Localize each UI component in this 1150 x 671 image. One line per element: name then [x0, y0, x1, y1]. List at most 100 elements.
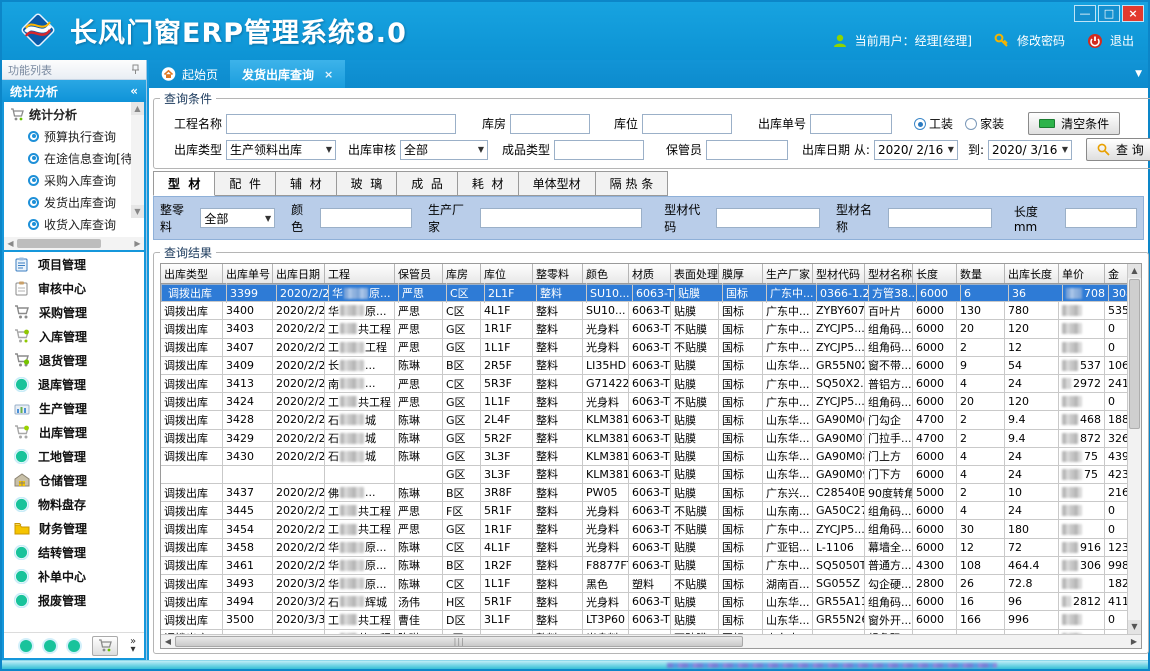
sidebar-item-采购管理[interactable]: 采购管理: [4, 300, 144, 324]
column-header-no[interactable]: 出库单号: [223, 264, 273, 283]
tab-home[interactable]: 起始页: [149, 60, 230, 88]
menu-overflow-button[interactable]: »▾: [130, 638, 136, 654]
sidebar-item-项目管理[interactable]: 项目管理: [4, 252, 144, 276]
tab-shipping-query[interactable]: 发货出库查询 ×: [230, 60, 345, 88]
column-header-loc[interactable]: 库位: [481, 264, 533, 283]
tree-vertical-scrollbar[interactable]: ▲▼: [131, 102, 144, 218]
column-header-maker[interactable]: 生产厂家: [763, 264, 813, 283]
material-tab-耗材[interactable]: 耗 材: [458, 171, 519, 196]
vertical-scrollbar[interactable]: ▲▼: [1127, 264, 1141, 634]
table-row[interactable]: 调拨出库34292020/2/26石城陈琳G区5R2F整料KLM38176063…: [161, 430, 1141, 448]
table-row[interactable]: 调拨出库34582020/2/28华原...陈琳C区4L1F整料光身料6063-…: [161, 539, 1141, 557]
column-header-proj[interactable]: 工程: [325, 264, 395, 283]
location-input[interactable]: [642, 114, 732, 134]
project-name-input[interactable]: [226, 114, 456, 134]
sidebar-item-审核中心[interactable]: 审核中心: [4, 276, 144, 300]
home-outfit-radio[interactable]: [965, 118, 977, 130]
sidebar-item-退库管理[interactable]: 退库管理: [4, 372, 144, 396]
column-header-qty[interactable]: 数量: [957, 264, 1005, 283]
tree-item[interactable]: 收货入库查询: [4, 213, 144, 235]
maximize-button[interactable]: □: [1098, 5, 1120, 22]
maker-input[interactable]: [480, 208, 642, 228]
table-row[interactable]: 调拨出库34002020/2/25华原...严思C区4L1F整料SU10...6…: [161, 302, 1141, 320]
tree-item[interactable]: 采购入库查询: [4, 169, 144, 191]
cart-shortcut-button[interactable]: [92, 636, 118, 656]
close-tab-icon[interactable]: ×: [324, 68, 333, 81]
warehouse-input[interactable]: [510, 114, 590, 134]
change-password-link[interactable]: 修改密码: [1017, 32, 1065, 49]
material-tab-辅材[interactable]: 辅 材: [276, 171, 337, 196]
whole-piece-select[interactable]: 全部▼: [200, 208, 275, 228]
search-button[interactable]: 查 询: [1086, 138, 1150, 161]
material-tab-隔热条[interactable]: 隔 热 条: [596, 171, 669, 196]
table-row[interactable]: 调拨出库34542020/2/28工共工程严思G区1R1F整料光身料6063-T…: [161, 520, 1141, 538]
material-tab-成品[interactable]: 成 品: [397, 171, 458, 196]
tree-horizontal-scrollbar[interactable]: ◀▶: [4, 237, 144, 250]
column-header-wh[interactable]: 库房: [443, 264, 481, 283]
date-from-picker[interactable]: 2020/ 2/16▼: [874, 140, 958, 160]
dot-icon[interactable]: [20, 640, 32, 652]
sidebar-item-补单中心[interactable]: 补单中心: [4, 564, 144, 588]
column-header-len[interactable]: 长度: [913, 264, 957, 283]
table-row[interactable]: 调拨出库34032020/2/25工共工程严思G区1R1F整料光身料6063-T…: [161, 320, 1141, 338]
clear-conditions-button[interactable]: 清空条件: [1028, 112, 1120, 135]
keeper-input[interactable]: [706, 140, 788, 160]
table-row[interactable]: 调拨出库34132020/2/26南...严思C区5R3F整料G71422606…: [161, 375, 1141, 393]
date-to-picker[interactable]: 2020/ 3/16▼: [988, 140, 1072, 160]
column-header-surface[interactable]: 表面处理: [671, 264, 719, 283]
close-button[interactable]: ×: [1122, 5, 1144, 22]
sidebar-item-生产管理[interactable]: 生产管理: [4, 396, 144, 420]
sidebar-item-报废管理[interactable]: 报废管理: [4, 588, 144, 612]
table-row[interactable]: 调拨出库34942020/3/2石辉城汤伟H区5R1F整料光身料6063-T5贴…: [161, 593, 1141, 611]
dot-icon[interactable]: [44, 640, 56, 652]
table-row[interactable]: 调拨出库34612020/2/28华原...陈琳B区1R2F整料F8877FT6…: [161, 557, 1141, 575]
table-row[interactable]: 调拨出库34302020/2/26石城陈琳G区3L3F整料KLM38176063…: [161, 448, 1141, 466]
column-header-code[interactable]: 型材代码: [813, 264, 865, 283]
column-header-whole[interactable]: 整零料: [533, 264, 583, 283]
vertical-scrollbar-thumb[interactable]: [1129, 279, 1140, 429]
pin-icon[interactable]: [131, 64, 140, 75]
column-header-type[interactable]: 出库类型: [161, 264, 223, 283]
audit-select[interactable]: 全部▼: [400, 140, 488, 160]
product-type-input[interactable]: [554, 140, 644, 160]
column-header-keeper[interactable]: 保管员: [395, 264, 443, 283]
table-row[interactable]: 调拨出库33992020/2/25华原...严思C区2L1F整料SU10...6…: [161, 284, 1141, 302]
column-header-name[interactable]: 型材名称: [865, 264, 913, 283]
column-header-mat[interactable]: 材质: [629, 264, 671, 283]
sidebar-item-物料盘存[interactable]: 物料盘存: [4, 492, 144, 516]
minimize-button[interactable]: —: [1074, 5, 1096, 22]
tree-root-statistics[interactable]: 统计分析: [4, 102, 144, 125]
column-header-outlen[interactable]: 出库长度: [1005, 264, 1059, 283]
horizontal-scrollbar-thumb[interactable]: |||: [175, 636, 743, 647]
profile-name-input[interactable]: [888, 208, 992, 228]
tab-overflow-button[interactable]: ▼: [1135, 69, 1142, 79]
collapse-icon[interactable]: «: [130, 84, 138, 98]
table-row[interactable]: 调拨出库35002020/3/3工共工程曹佳D区3L1F整料LT3P606063…: [161, 611, 1141, 629]
sidebar-item-仓储管理[interactable]: 仓储管理: [4, 468, 144, 492]
table-row[interactable]: 调拨出库34282020/2/26石城陈琳G区2L4F整料KLM38176063…: [161, 411, 1141, 429]
out-type-select[interactable]: 生产领料出库▼: [226, 140, 336, 160]
table-row[interactable]: 调拨出库34092020/2/25长...陈琳B区2R5F整料LI35HD606…: [161, 357, 1141, 375]
horizontal-scrollbar[interactable]: ◀ ||| ▶: [161, 634, 1141, 648]
order-no-input[interactable]: [810, 114, 892, 134]
table-row[interactable]: G区3L3F整料KLM38176063-T5贴膜国标山东华...GA90M09.…: [161, 466, 1141, 484]
table-row[interactable]: 调拨出库34072020/2/25工工程严思G区1L1F整料光身料6063-T5…: [161, 339, 1141, 357]
material-tab-玻璃[interactable]: 玻 璃: [337, 171, 398, 196]
column-header-film[interactable]: 膜厚: [719, 264, 763, 283]
sidebar-item-入库管理[interactable]: 入库管理: [4, 324, 144, 348]
material-tab-单体型材[interactable]: 单体型材: [519, 171, 596, 196]
sidebar-item-退货管理[interactable]: 退货管理: [4, 348, 144, 372]
tree-item[interactable]: 在途信息查询[待: [4, 147, 144, 169]
length-input[interactable]: [1065, 208, 1137, 228]
table-row[interactable]: 调拨出库34452020/2/27工共工程严思F区5R1F整料光身料6063-T…: [161, 502, 1141, 520]
sidebar-item-结转管理[interactable]: 结转管理: [4, 540, 144, 564]
dot-icon[interactable]: [68, 640, 80, 652]
sidebar-item-财务管理[interactable]: 财务管理: [4, 516, 144, 540]
table-row[interactable]: 调拨出库34242020/2/26工共工程严思G区1L1F整料光身料6063-T…: [161, 393, 1141, 411]
sidebar-item-工地管理[interactable]: 工地管理: [4, 444, 144, 468]
column-header-date[interactable]: 出库日期: [273, 264, 325, 283]
profile-code-input[interactable]: [716, 208, 820, 228]
column-header-color[interactable]: 颜色: [583, 264, 629, 283]
material-tab-型材[interactable]: 型 材: [153, 171, 215, 196]
table-row[interactable]: 调拨出库34372020/2/27佛...陈琳B区3R8F整料PW056063-…: [161, 484, 1141, 502]
